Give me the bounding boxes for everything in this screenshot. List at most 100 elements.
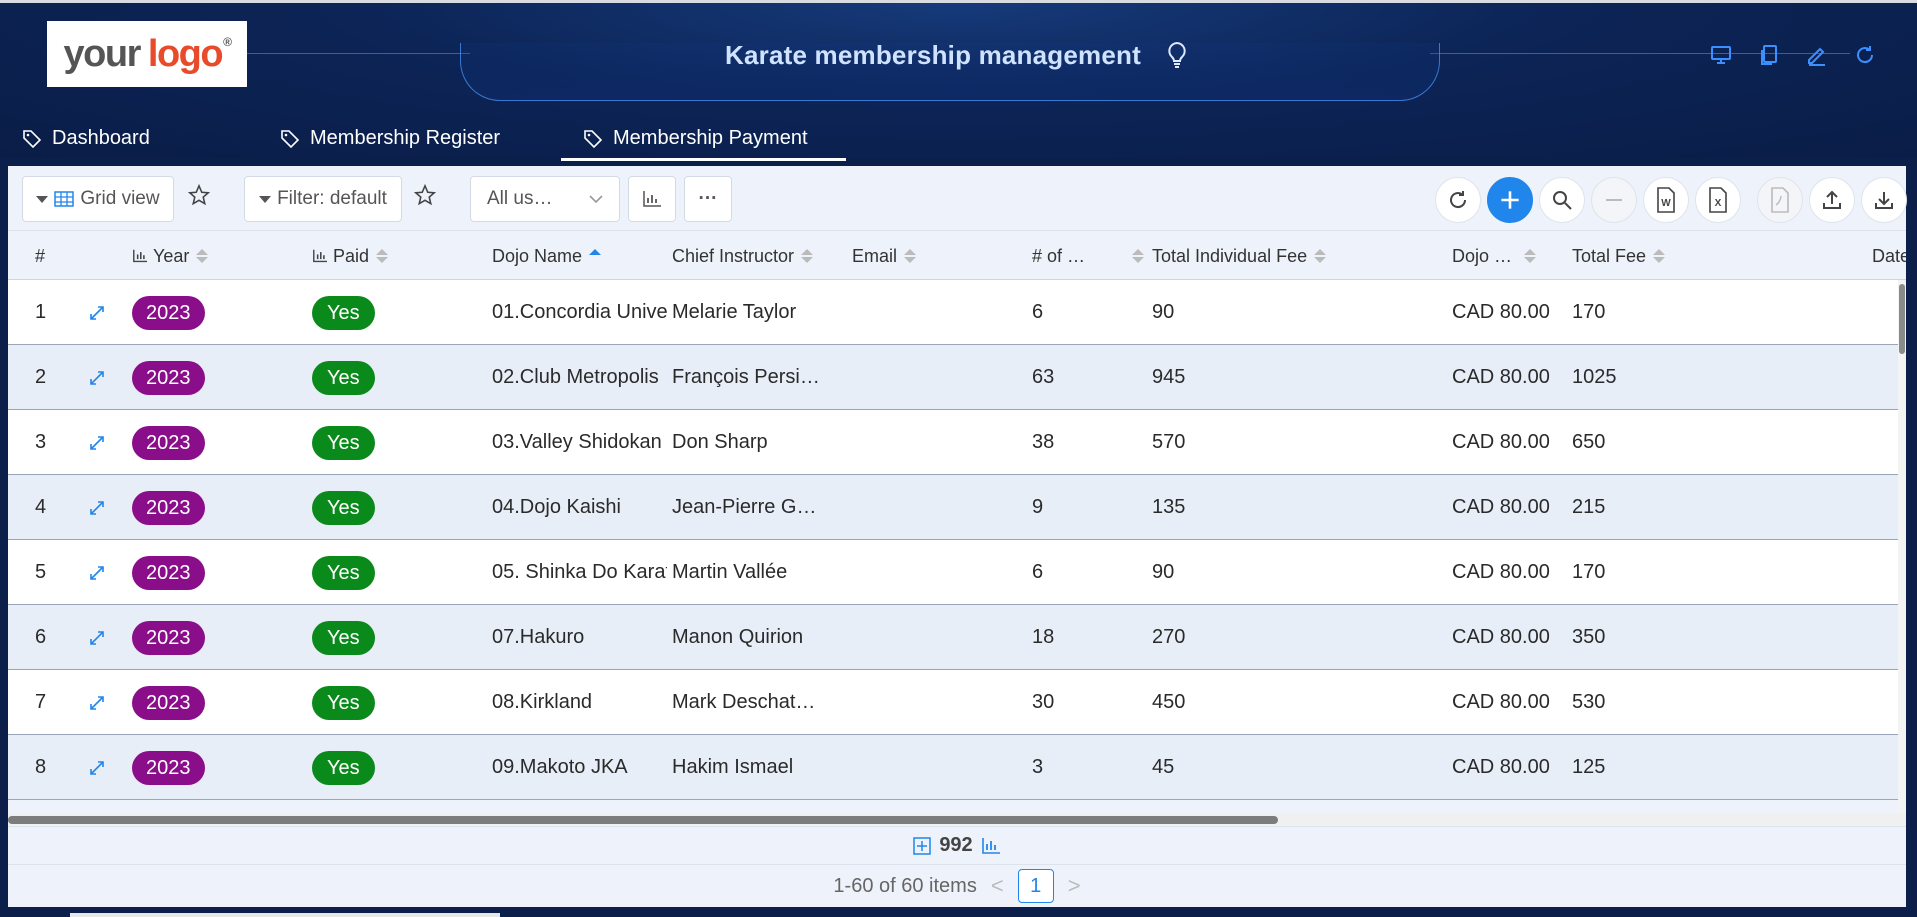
user-select[interactable]: All us… — [470, 176, 620, 222]
sort-icon[interactable] — [1314, 249, 1327, 263]
view-label: Grid view — [80, 188, 160, 209]
paid-cell: Yes — [312, 280, 375, 345]
sort-icon[interactable] — [904, 249, 917, 263]
bar-chart-icon[interactable] — [981, 837, 1001, 855]
dojo-fee-cell: CAD 80.00 — [1452, 691, 1550, 713]
year-badge: 2023 — [132, 555, 205, 590]
paid-badge: Yes — [312, 490, 375, 525]
count-cell: 6 — [1032, 301, 1044, 323]
total-fee-cell: 215 — [1572, 496, 1606, 518]
sort-icon[interactable] — [801, 249, 814, 263]
view-selector-button[interactable]: Grid view — [22, 176, 174, 222]
column-header-dojo-fee[interactable]: Dojo … — [1452, 231, 1542, 281]
column-header-count[interactable]: # of … — [1032, 231, 1152, 281]
search-button[interactable] — [1539, 177, 1585, 223]
download-button[interactable] — [1861, 177, 1907, 223]
column-header-total-individual-fee[interactable]: Total Individual Fee — [1152, 231, 1327, 281]
expand-summary-icon[interactable] — [913, 836, 932, 855]
expand-row-icon[interactable] — [88, 540, 106, 605]
copy-icon[interactable] — [1757, 43, 1781, 67]
more-button[interactable]: ··· — [684, 176, 732, 222]
bar-chart-icon — [643, 191, 661, 207]
expand-row-icon[interactable] — [88, 670, 106, 735]
row-number: 3 — [35, 431, 47, 453]
scrollbar-thumb[interactable] — [8, 816, 1278, 824]
year-cell: 2023 — [132, 735, 205, 800]
year-cell: 2023 — [132, 605, 205, 670]
previous-page-button[interactable]: < — [991, 873, 1004, 899]
column-header-email[interactable]: Email — [852, 231, 917, 281]
edit-icon[interactable] — [1805, 43, 1829, 67]
expand-row-icon[interactable] — [88, 345, 106, 410]
sort-icon[interactable] — [196, 249, 209, 263]
bar-chart-icon — [133, 249, 147, 263]
grid-icon — [54, 191, 75, 207]
delete-button[interactable] — [1591, 177, 1637, 223]
reload-button[interactable] — [1435, 177, 1481, 223]
expand-row-icon[interactable] — [88, 280, 106, 345]
column-header-year[interactable]: Year — [132, 231, 209, 281]
count-cell: 6 — [1032, 561, 1044, 583]
scrollbar-thumb[interactable] — [1899, 284, 1905, 354]
search-icon — [1553, 191, 1572, 210]
tab-membership-payment[interactable]: Membership Payment — [561, 115, 846, 161]
table-row[interactable]: 4 2023 Yes 04.Dojo Kaishi Jean-Pierre G…… — [8, 475, 1898, 540]
year-badge: 2023 — [132, 685, 205, 720]
chief-instructor-cell: Melarie Taylor — [672, 301, 797, 323]
sort-icon[interactable] — [1653, 249, 1666, 263]
total-individual-fee-cell: 45 — [1152, 756, 1175, 778]
table-row[interactable]: 2 2023 Yes 02.Club Metropolis François P… — [8, 345, 1898, 410]
logo-text-1: your — [63, 32, 142, 75]
table-row[interactable]: 1 2023 Yes 01.Concordia University Melar… — [8, 280, 1898, 345]
table-row[interactable]: 3 2023 Yes 03.Valley Shidokan Don Sharp … — [8, 410, 1898, 475]
paid-badge: Yes — [312, 360, 375, 395]
refresh-icon[interactable] — [1853, 43, 1877, 67]
table-row[interactable]: 8 2023 Yes 09.Makoto JKA Hakim Ismael 3 … — [8, 735, 1898, 800]
tab-dashboard[interactable]: Dashboard — [0, 115, 258, 161]
sort-icon[interactable] — [376, 249, 389, 263]
company-logo[interactable]: your logo ® — [47, 21, 247, 87]
total-fee-cell: 650 — [1572, 431, 1606, 453]
chief-instructor-cell: François Persi… — [672, 366, 820, 388]
expand-row-icon[interactable] — [88, 605, 106, 670]
table-row[interactable]: 7 2023 Yes 08.Kirkland Mark Deschat… 30 … — [8, 670, 1898, 735]
total-individual-fee-cell: 135 — [1152, 496, 1186, 518]
add-record-button[interactable] — [1487, 177, 1533, 223]
tab-membership-register[interactable]: Membership Register — [258, 115, 561, 161]
table-row[interactable]: 5 2023 Yes 05. Shinka Do Karate Martin V… — [8, 540, 1898, 605]
monitor-icon[interactable] — [1709, 43, 1733, 67]
expand-row-icon[interactable] — [88, 410, 106, 475]
excel-file-icon: X — [1709, 187, 1727, 213]
lightbulb-icon[interactable] — [1165, 40, 1189, 70]
page-1-button[interactable]: 1 — [1017, 869, 1054, 903]
table-row[interactable]: 6 2023 Yes 07.Hakuro Manon Quirion 18 27… — [8, 605, 1898, 670]
column-header-chief-instructor[interactable]: Chief Instructor — [672, 231, 814, 281]
export-word-button[interactable]: W — [1643, 177, 1689, 223]
expand-row-icon[interactable] — [88, 475, 106, 540]
column-header-total-fee[interactable]: Total Fee — [1572, 231, 1666, 281]
sort-icon[interactable] — [1132, 249, 1144, 263]
expand-row-icon[interactable] — [88, 735, 106, 800]
filter-button[interactable]: Filter: default — [244, 176, 402, 222]
export-excel-button[interactable]: X — [1695, 177, 1741, 223]
column-title: Total Individual Fee — [1152, 245, 1308, 266]
export-pdf-button[interactable] — [1757, 177, 1803, 223]
column-header-dojo-name[interactable]: Dojo Name — [492, 231, 602, 281]
sort-icon[interactable] — [1524, 249, 1536, 263]
year-badge: 2023 — [132, 295, 205, 330]
vertical-scrollbar[interactable] — [1898, 280, 1906, 820]
sort-ascending-icon[interactable] — [589, 249, 602, 263]
horizontal-scrollbar[interactable] — [8, 813, 1906, 825]
upload-icon — [1823, 190, 1841, 209]
tag-icon — [584, 130, 603, 148]
column-header-number[interactable]: # — [35, 231, 45, 281]
chart-button[interactable] — [628, 176, 676, 222]
column-header-date[interactable]: Date — [1872, 231, 1906, 281]
chevron-down-icon — [589, 195, 603, 204]
favorite-view-star-icon[interactable] — [184, 180, 214, 210]
logo-text-2: logo — [147, 32, 224, 75]
favorite-filter-star-icon[interactable] — [410, 180, 440, 210]
column-header-paid[interactable]: Paid — [312, 231, 389, 281]
upload-button[interactable] — [1809, 177, 1855, 223]
next-page-button[interactable]: > — [1068, 873, 1081, 899]
